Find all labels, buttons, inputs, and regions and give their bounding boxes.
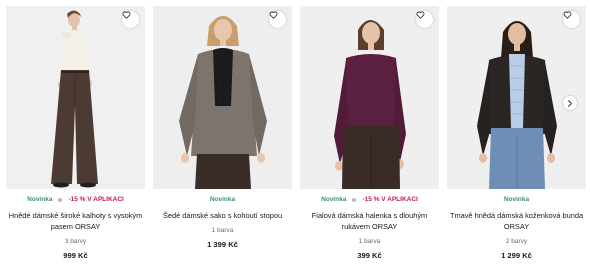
heart-icon	[416, 11, 425, 19]
wishlist-button[interactable]	[416, 11, 433, 28]
carousel-next-button[interactable]	[563, 96, 577, 110]
wishlist-button[interactable]	[269, 11, 286, 28]
product-name[interactable]: Fialová dámská halenka s dlouhým rukávem…	[300, 211, 439, 233]
new-badge: Novinka	[503, 196, 530, 203]
wishlist-button[interactable]	[122, 11, 139, 28]
woman-wide-trousers-photo	[6, 6, 145, 189]
product-image[interactable]	[6, 6, 145, 189]
product-image[interactable]	[153, 6, 292, 189]
product-name[interactable]: Hnědé dámské široké kalhoty s vysokým pa…	[6, 211, 145, 233]
badge-separator-dot	[58, 198, 63, 202]
badge-row: Novinka -15 % V APLIKACI	[6, 195, 145, 205]
product-price: 999 Kč	[63, 251, 88, 260]
app-discount-badge: -15 % V APLIKACI	[362, 196, 418, 203]
color-count: 1 barva	[358, 238, 381, 245]
chevron-right-icon	[568, 99, 572, 107]
heart-icon	[563, 11, 572, 19]
color-count: 3 barvy	[64, 238, 87, 245]
product-card[interactable]: Novinka Šedé dámské sako s kohoutí stopo…	[153, 6, 292, 268]
new-badge: Novinka	[321, 196, 347, 203]
new-badge: Novinka	[209, 196, 236, 203]
heart-icon	[122, 11, 131, 19]
product-card[interactable]: Novinka Tmavě hnědá dámská koženková bun…	[447, 6, 586, 268]
product-price: 399 Kč	[357, 251, 382, 260]
color-count: 2 barvy	[505, 238, 528, 245]
badge-row: Novinka	[447, 195, 586, 205]
product-price: 1 299 Kč	[501, 251, 532, 260]
product-carousel: Novinka -15 % V APLIKACI Hnědé dámské ši…	[0, 0, 590, 270]
product-name[interactable]: Šedé dámské sako s kohoutí stopou ORSAY	[153, 211, 292, 222]
woman-purple-blouse-photo	[300, 6, 439, 189]
app-discount-badge: -15 % V APLIKACI	[68, 196, 124, 203]
product-card[interactable]: Novinka -15 % V APLIKACI Hnědé dámské ši…	[6, 6, 145, 268]
product-price: 1 399 Kč	[207, 240, 238, 249]
product-image[interactable]	[300, 6, 439, 189]
heart-icon	[269, 11, 278, 19]
product-card[interactable]: Novinka -15 % V APLIKACI Fialová dámská …	[300, 6, 439, 268]
product-name[interactable]: Tmavě hnědá dámská koženková bunda ORSAY	[447, 211, 586, 233]
badge-row: Novinka -15 % V APLIKACI	[300, 195, 439, 205]
woman-houndstooth-blazer-photo	[153, 6, 292, 189]
color-count: 1 barva	[211, 227, 234, 234]
new-badge: Novinka	[27, 196, 53, 203]
wishlist-button[interactable]	[563, 11, 580, 28]
badge-row: Novinka	[153, 195, 292, 205]
badge-separator-dot	[352, 198, 357, 202]
